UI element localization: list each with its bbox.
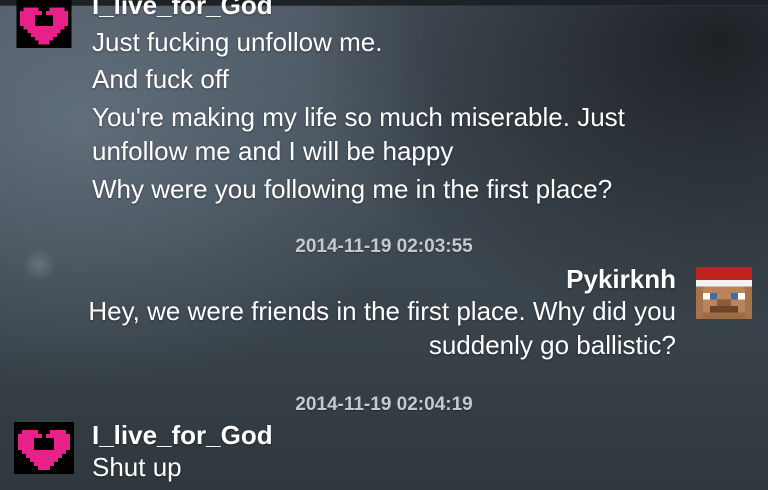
message-text: Shut up (92, 452, 182, 482)
message-text: Just fucking unfollow me. (92, 27, 383, 57)
message-text: You're making my life so much miserable.… (92, 102, 625, 166)
minecraft-santa-head-icon (696, 267, 752, 319)
sender-name: Pykirknh (566, 264, 676, 294)
sender-name: I_live_for_God (92, 420, 273, 450)
message-text: And fuck off (92, 64, 229, 94)
minecraft-head-avatar[interactable] (696, 267, 752, 319)
pixel-heart-icon (16, 0, 72, 48)
pixel-heart-avatar[interactable] (14, 422, 74, 474)
message-timestamp: 2014-11-19 02:04:19 (295, 394, 473, 415)
message-text: Hey, we were friends in the first place.… (88, 296, 676, 360)
pixel-heart-avatar[interactable] (14, 0, 74, 48)
message-text: Why were you following me in the first p… (92, 174, 613, 204)
pixel-heart-icon (14, 422, 74, 474)
sender-name: I_live_for_God (92, 0, 273, 20)
message-timestamp: 2014-11-19 02:03:55 (295, 236, 473, 257)
